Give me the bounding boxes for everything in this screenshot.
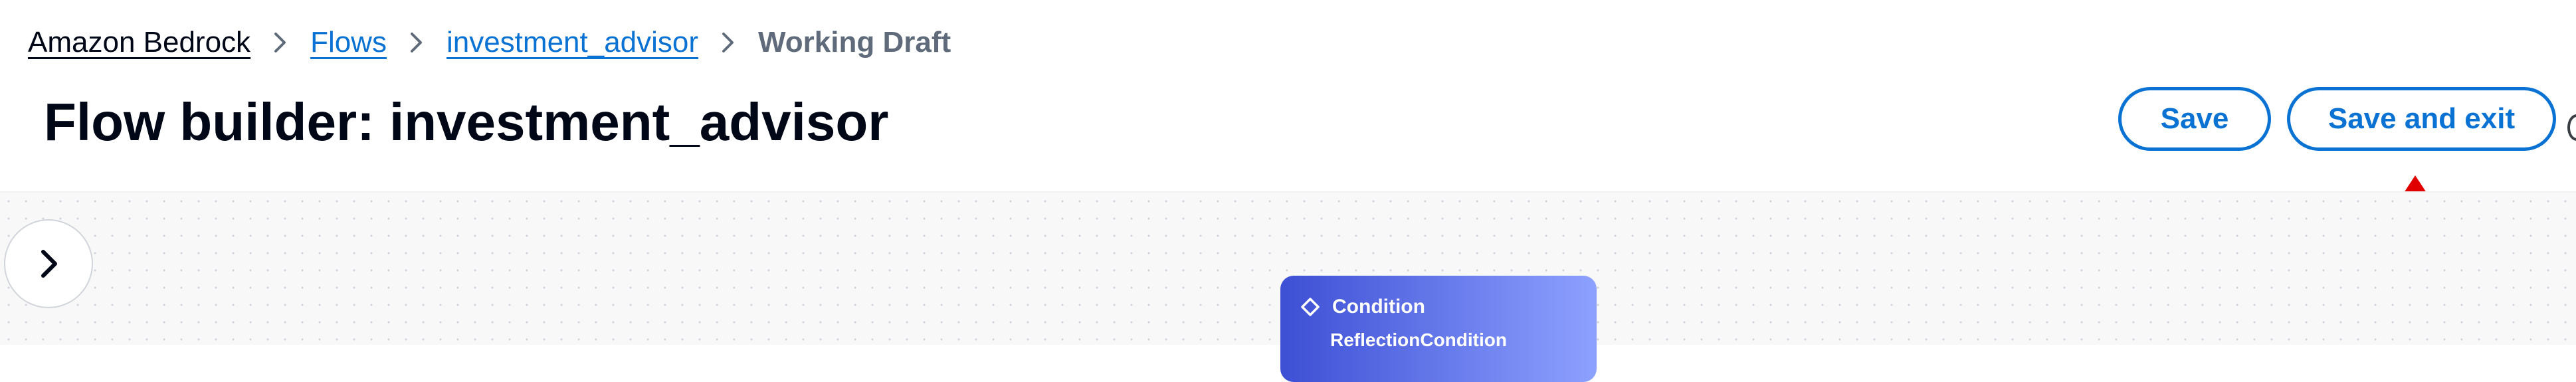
chevron-right-icon bbox=[273, 31, 288, 54]
save-button[interactable]: Save bbox=[2118, 87, 2271, 151]
node-name-label: ReflectionCondition bbox=[1330, 330, 1507, 350]
breadcrumb-amazon-bedrock[interactable]: Amazon Bedrock bbox=[28, 26, 250, 59]
chevron-right-icon bbox=[721, 31, 736, 54]
save-and-exit-button[interactable]: Save and exit bbox=[2287, 87, 2556, 151]
breadcrumb-flows[interactable]: Flows bbox=[310, 26, 387, 59]
breadcrumb-investment-advisor[interactable]: investment_advisor bbox=[446, 26, 698, 59]
condition-node[interactable]: Condition ReflectionCondition bbox=[1280, 276, 1597, 382]
node-header: Condition bbox=[1300, 296, 1425, 318]
chevron-right-icon bbox=[41, 250, 57, 278]
diamond-icon bbox=[1301, 298, 1320, 316]
panel-toggle-button[interactable] bbox=[4, 219, 93, 308]
node-type-label: Condition bbox=[1332, 296, 1425, 318]
breadcrumb: Amazon Bedrock Flows investment_advisor … bbox=[28, 24, 951, 61]
breadcrumb-working-draft: Working Draft bbox=[758, 26, 951, 58]
edge-control-icon bbox=[2567, 114, 2576, 141]
page-title: Flow builder: investment_advisor bbox=[44, 92, 889, 151]
chevron-right-icon bbox=[409, 31, 424, 54]
